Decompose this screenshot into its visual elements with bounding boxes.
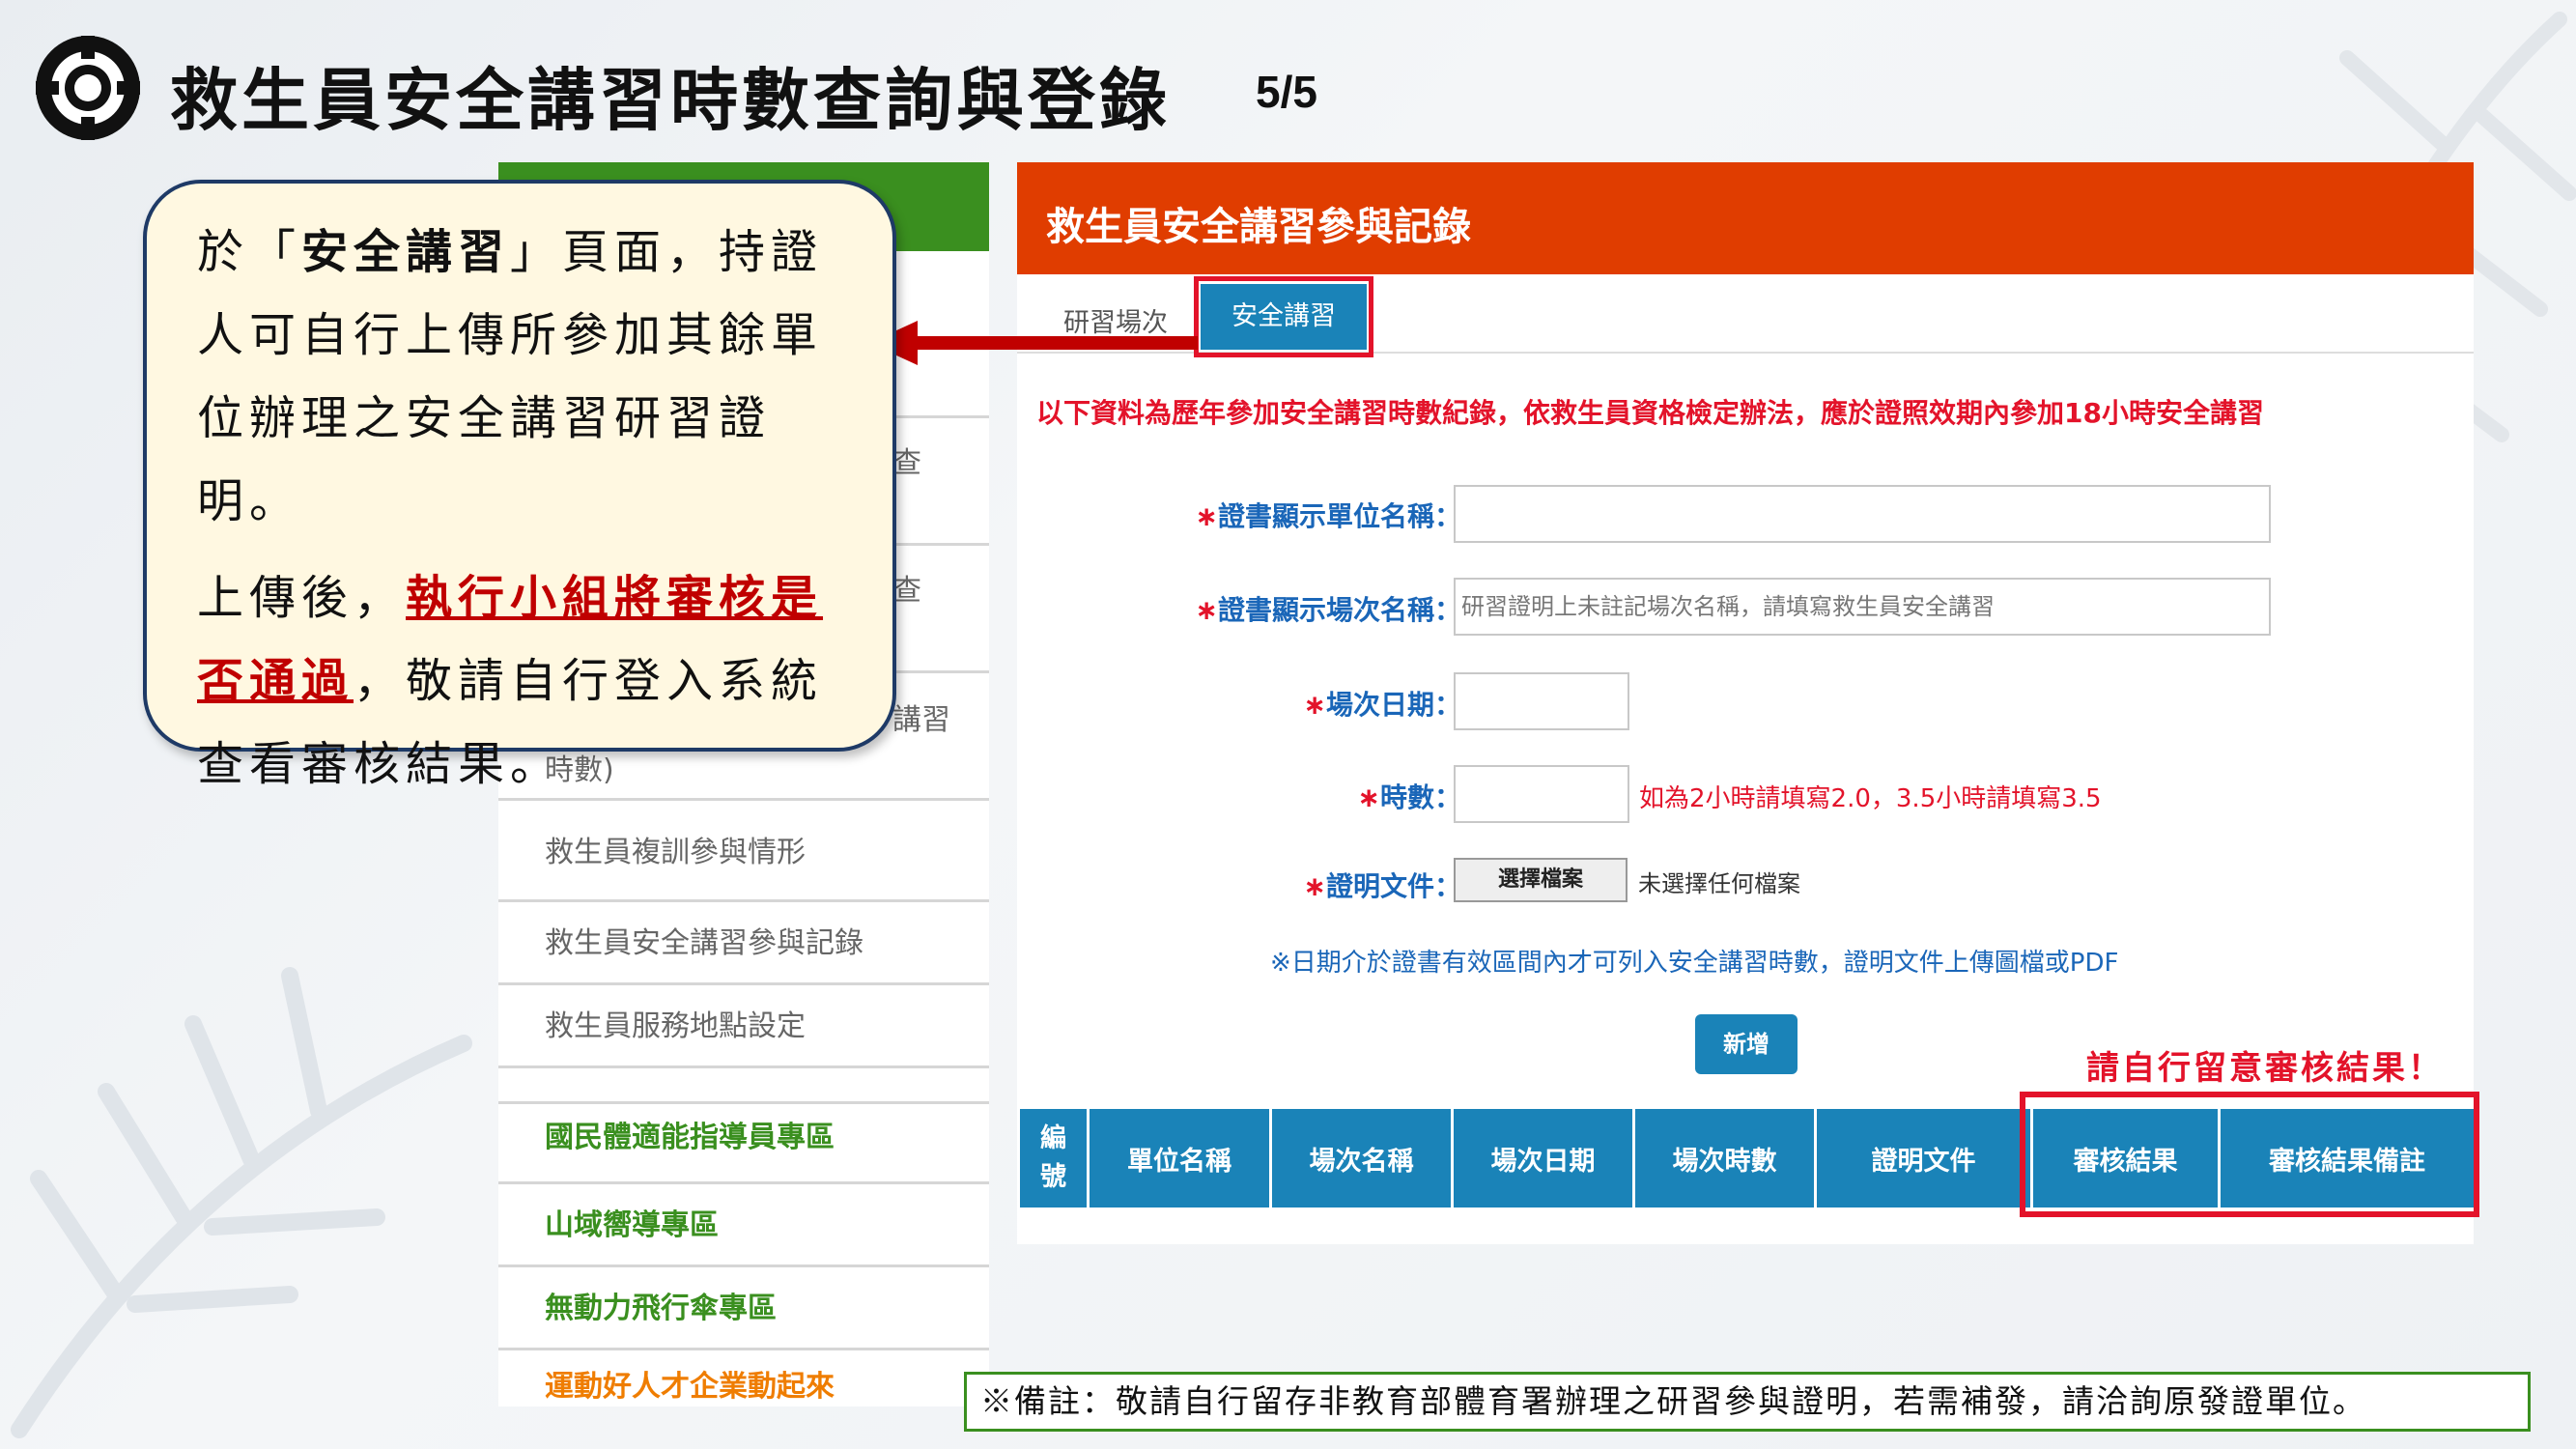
left-arrow-icon (869, 321, 1198, 365)
callout-text: 於「安全講習」頁面，持證人可自行上傳所參加其餘單位辦理之安全講習研習證明。 上傳… (197, 211, 873, 806)
choose-file-button[interactable]: 選擇檔案 (1454, 858, 1628, 902)
notice-text: 以下資料為歷年參加安全講習時數紀錄，依救生員資格檢定辦法，應於證照效期內參加18… (1036, 397, 2264, 429)
column-header-session-name: 場次名稱 (1272, 1109, 1454, 1208)
required-mark: ∗ (1195, 594, 1218, 626)
session-name-label-text: 證書顯示場次名稱： (1217, 594, 1461, 626)
panel-header: 救生員安全講習參與記錄 (1017, 162, 2474, 274)
sidebar-divider (498, 1068, 989, 1104)
unit-name-label-text: 證書顯示單位名稱： (1217, 500, 1461, 532)
callout-p1-bold: 安全講習 (301, 225, 511, 279)
footer-note: ※備註：敬請自行留存非教育部體育署辦理之研習參與證明，若需補發，請洽詢原發證單位… (964, 1372, 2531, 1432)
column-header-session-hours: 場次時數 (1635, 1109, 1817, 1208)
callout-p2-pre: 上傳後， (197, 571, 407, 625)
required-mark: ∗ (1303, 689, 1326, 721)
sidebar-item-paraglider[interactable]: 無動力飛行傘專區 (498, 1267, 989, 1350)
sidebar-item-mountain-guide[interactable]: 山域嚮導專區 (498, 1184, 989, 1267)
sidebar-item-safety-lecture-records[interactable]: 救生員安全講習參與記錄 (498, 902, 989, 985)
session-date-input[interactable] (1454, 672, 1629, 730)
session-name-input[interactable]: 研習證明上未註記場次名稱，請填寫救生員安全講習 (1454, 578, 2271, 636)
document-label: ∗證明文件： (1304, 866, 1461, 904)
unit-name-input[interactable] (1454, 485, 2271, 543)
panel-title: 救生員安全講習參與記錄 (1046, 205, 1471, 249)
document-label-text: 證明文件： (1325, 870, 1461, 902)
add-button[interactable]: 新增 (1695, 1014, 1798, 1074)
column-header-unit: 單位名稱 (1090, 1109, 1272, 1208)
sidebar-item-service-location[interactable]: 救生員服務地點設定 (498, 985, 989, 1068)
sidebar-item-fragment: 查 (892, 446, 921, 480)
column-header-document: 證明文件 (1817, 1109, 2033, 1208)
session-date-label-text: 場次日期： (1325, 689, 1461, 721)
slide-title: 救生員安全講習時數查詢與登錄 (170, 60, 1171, 140)
required-mark: ∗ (1357, 781, 1380, 813)
hours-label: ∗時數： (1358, 777, 1461, 815)
column-header-number: 編號 (1020, 1109, 1090, 1208)
hours-hint: 如為2小時請填寫2.0，3.5小時請填寫3.5 (1639, 784, 2102, 813)
review-reminder: 請自行留意審核結果！ (2086, 1049, 2444, 1088)
unit-name-label: ∗證書顯示單位名稱： (1196, 496, 1461, 534)
sidebar-item-fitness-instructor[interactable]: 國民體適能指導員專區 (498, 1101, 989, 1184)
review-columns-highlight (2020, 1092, 2479, 1217)
callout-paragraph-2: 上傳後，執行小組將審核是否通過，敬請自行登入系統查看審核結果。 (197, 556, 873, 806)
lifebuoy-logo-icon (36, 36, 140, 140)
main-panel: 救生員安全講習參與記錄 研習場次 安全講習 以下資料為歷年參加安全講習時數紀錄，… (1017, 162, 2479, 1244)
required-mark: ∗ (1303, 870, 1326, 902)
instruction-callout: 於「安全講習」頁面，持證人可自行上傳所參加其餘單位辦理之安全講習研習證明。 上傳… (143, 180, 896, 791)
column-header-session-date: 場次日期 (1454, 1109, 1635, 1208)
callout-paragraph-1: 於「安全講習」頁面，持證人可自行上傳所參加其餘單位辦理之安全講習研習證明。 (197, 211, 873, 543)
sidebar-item-sports-talent[interactable]: 運動好人才企業動起來 (498, 1350, 989, 1434)
date-range-note: ※日期介於證書有效區間內才可列入安全講習時數，證明文件上傳圖檔或PDF (1270, 949, 2119, 978)
hours-input[interactable] (1454, 765, 1629, 823)
session-name-label: ∗證書顯示場次名稱： (1196, 589, 1461, 628)
sidebar-item-retraining[interactable]: 救生員複訓參與情形 (498, 819, 989, 902)
sidebar-item-fragment: 講習 (892, 703, 950, 737)
hours-label-text: 時數： (1379, 781, 1461, 813)
page-indicator: 5/5 (1256, 67, 1317, 117)
required-mark: ∗ (1195, 500, 1218, 532)
sidebar-item-fragment: 查 (892, 574, 921, 608)
session-date-label: ∗場次日期： (1304, 684, 1461, 723)
no-file-selected-text: 未選擇任何檔案 (1638, 870, 1800, 897)
callout-p1-pre: 於「 (197, 225, 302, 279)
tab-highlight-box (1194, 276, 1373, 357)
